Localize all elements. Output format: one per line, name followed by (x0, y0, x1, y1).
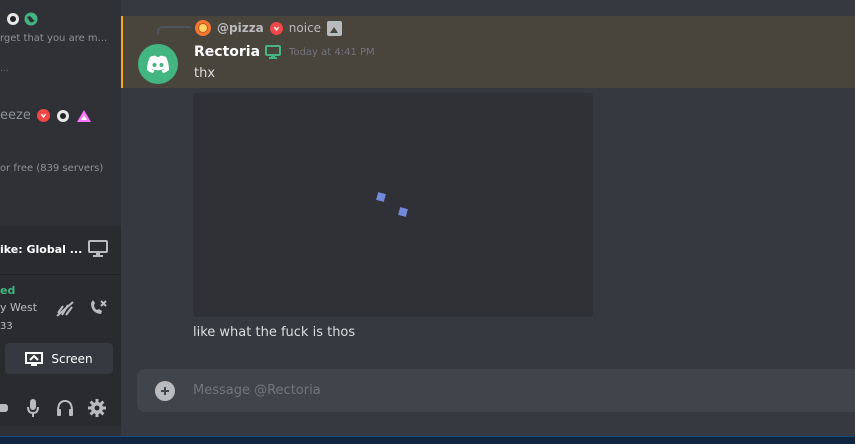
screen-share-button[interactable]: Screen (5, 343, 113, 374)
noise-suppression-icon[interactable] (55, 300, 75, 318)
message-header: Rectoria Today at 4:41 PM (194, 44, 375, 60)
compass-icon (7, 13, 19, 25)
image-icon (327, 20, 343, 36)
globe-icon (24, 12, 38, 26)
reply-connector (157, 26, 191, 35)
heart-badge-icon (269, 21, 283, 35)
chat-area: @pizza noice Rectoria Today at 4:41 PM t… (121, 0, 855, 436)
screenshare-icon[interactable] (88, 239, 108, 257)
user-controls (0, 398, 121, 424)
avatar[interactable] (138, 44, 178, 84)
mic-icon[interactable] (26, 398, 40, 418)
os-taskbar (0, 436, 855, 444)
screen-icon (25, 351, 44, 366)
headphones-icon[interactable] (55, 398, 75, 418)
message-content: like what the fuck is thos (193, 325, 356, 340)
dm-preview-fragment: ... (0, 64, 9, 74)
activity-title: ike: Global ... (0, 243, 83, 256)
discord-logo-icon (147, 55, 169, 73)
dm-status-icons (6, 12, 38, 26)
gear-icon[interactable] (87, 398, 107, 418)
voice-region[interactable]: y West (0, 301, 37, 314)
image-loading-placeholder[interactable] (193, 93, 593, 317)
voice-activity-panel: ike: Global ... ed y West 33 Screen (0, 226, 121, 426)
voice-ping: 33 (0, 321, 13, 332)
divider (0, 274, 121, 275)
reply-avatar (195, 20, 211, 36)
message-timestamp[interactable]: Today at 4:41 PM (289, 47, 375, 58)
voice-connected-status: ed (0, 284, 16, 297)
author-name[interactable]: Rectoria (194, 44, 260, 60)
message-composer (137, 369, 855, 412)
disconnect-icon[interactable] (88, 299, 108, 317)
desktop-icon (265, 45, 282, 59)
message-content: thx (194, 66, 216, 81)
message-input[interactable] (193, 369, 833, 412)
plus-icon[interactable] (155, 381, 175, 401)
dm-preview-text: or free (839 servers) (0, 163, 104, 174)
triangle-icon (76, 109, 91, 122)
compass-icon (56, 109, 69, 122)
reply-reference[interactable]: @pizza noice (195, 18, 343, 38)
loading-spinner-square (398, 207, 408, 217)
screen-button-label: Screen (51, 351, 93, 366)
gamepad-icon[interactable] (0, 398, 10, 418)
message-mention-highlight: @pizza noice Rectoria Today at 4:41 PM t… (121, 16, 855, 88)
dm-preview-text: rget that you are m... (0, 33, 108, 44)
dm-name: eeze (0, 108, 31, 123)
reply-username[interactable]: @pizza (217, 21, 264, 35)
dm-sidebar: rget that you are m... ... eeze or free … (0, 0, 121, 436)
dm-entry[interactable]: eeze (0, 108, 92, 123)
heart-badge-icon (36, 109, 50, 122)
loading-spinner-square (376, 192, 386, 202)
reply-text: noice (288, 21, 322, 35)
